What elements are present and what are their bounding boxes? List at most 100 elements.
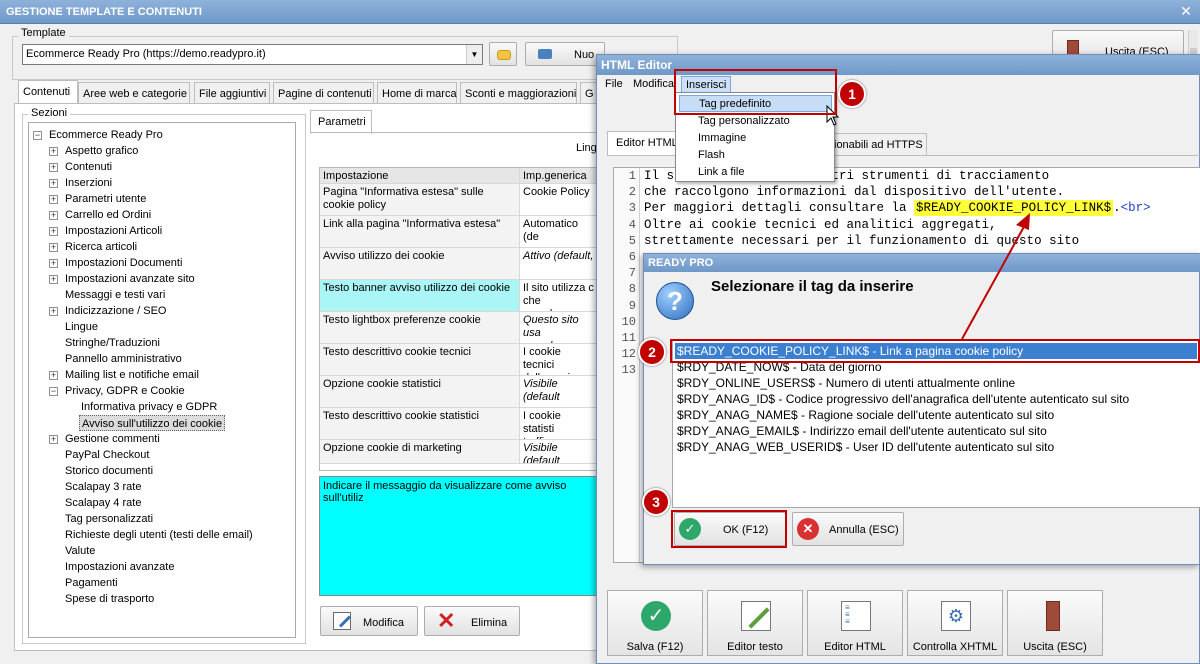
text-editor-button[interactable]: Editor testo [707,590,803,656]
grid-cell-name[interactable]: Opzione cookie statistici [320,376,520,408]
tree-toggle[interactable]: + [49,307,58,316]
grid-cell-value[interactable]: Automatico (de [520,216,598,248]
grid-cell-name[interactable]: Testo descrittivo cookie statistici [320,408,520,440]
tree-toggle[interactable]: + [49,371,58,380]
tab-editor-html[interactable]: Editor HTML [607,131,679,155]
tag-list-item[interactable]: $RDY_ANAG_WEB_USERID$ - User ID dell'ute… [675,439,1054,455]
tree-node[interactable]: Lingue [63,319,100,335]
sections-tree[interactable]: − Ecommerce Ready Pro + Aspetto grafico + Con… [28,122,296,638]
tree-node[interactable]: Inserzioni [63,175,114,191]
tab-file-aggiuntivi[interactable]: File aggiuntivi [194,82,270,104]
menu-item-tag-personalizzato[interactable]: Tag personalizzato [698,113,790,130]
check-xhtml-button[interactable]: ⚙ Controlla XHTML [907,590,1003,656]
settings-grid[interactable]: Impostazione Imp.generica Pagina "Informat… [319,167,599,471]
grid-cell-value[interactable]: Il sito utilizza c che raccolgono [520,280,598,312]
tree-toggle[interactable]: − [33,131,42,140]
grid-cell-name[interactable]: Opzione cookie di marketing [320,440,520,464]
tree-node[interactable]: Storico documenti [63,463,155,479]
tree-toggle[interactable]: + [49,147,58,156]
tab-sconti[interactable]: Sconti e maggiorazioni [460,82,577,104]
tree-toggle[interactable]: + [49,243,58,252]
close-icon[interactable]: ✕ [1176,2,1196,20]
tree-node[interactable]: Pannello amministrativo [63,351,184,367]
edit-button[interactable]: Modifica [320,606,418,636]
tree-node[interactable]: Valute [63,543,97,559]
tree-node[interactable]: Parametri utente [63,191,148,207]
grid-cell-name[interactable]: Link alla pagina "Informativa estesa" [320,216,520,248]
grid-cell-name[interactable]: Testo lightbox preferenze cookie [320,312,520,344]
tree-node[interactable]: PayPal Checkout [63,447,151,463]
menu-modifica[interactable]: Modifica [633,78,674,90]
delete-button[interactable]: ✕ Elimina [424,606,520,636]
grid-cell-value[interactable]: Questo sito usa raccolgono info [520,312,598,344]
tag-list-item[interactable]: $RDY_ONLINE_USERS$ - Numero di utenti at… [675,375,1015,391]
tree-toggle[interactable]: + [49,259,58,268]
tree-node[interactable]: Ecommerce Ready Pro [47,127,165,143]
tag-list-item[interactable]: $RDY_ANAG_NAME$ - Ragione sociale dell'u… [675,407,1054,423]
tree-node[interactable]: Carrello ed Ordini [63,207,153,223]
tree-node[interactable]: Impostazioni Articoli [63,223,164,239]
tree-node[interactable]: Impostazioni avanzate sito [63,271,197,287]
tree-node[interactable]: Scalapay 4 rate [63,495,143,511]
tree-node[interactable]: Ricerca articoli [63,239,139,255]
code-line[interactable]: Per maggiori dettagli consultare la $REA… [644,200,1151,217]
new-button[interactable]: Nuo [525,42,605,66]
grid-cell-value[interactable]: Attivo (default, [520,248,598,280]
tree-toggle[interactable]: − [49,387,58,396]
grid-cell-value[interactable]: Cookie Policy [520,184,598,216]
tree-node[interactable]: Richieste degli utenti (testi delle emai… [63,527,255,543]
tab-aree-web[interactable]: Aree web e categorie [78,82,190,104]
tree-node[interactable]: Gestione commenti [63,431,162,447]
tree-toggle[interactable]: + [49,435,58,444]
grid-cell-value[interactable]: Visibile (default [520,440,598,464]
tree-toggle[interactable]: + [49,163,58,172]
tree-node[interactable]: Indicizzazione / SEO [63,303,169,319]
grid-cell-name[interactable]: Pagina "Informativa estesa" sulle cookie… [320,184,520,216]
tree-toggle[interactable]: + [49,195,58,204]
tree-node[interactable]: Avviso sull'utilizzo dei cookie [79,415,226,431]
tree-node[interactable]: Pagamenti [63,575,120,591]
tree-node[interactable]: Stringhe/Traduzioni [63,335,162,351]
save-button[interactable]: ✓ Salva (F12) [607,590,703,656]
code-line[interactable]: Oltre ai cookie tecnici ed analitici agg… [644,218,997,232]
tag-list-item[interactable]: $RDY_ANAG_ID$ - Codice progressivo dell'… [675,391,1129,407]
menu-item-flash[interactable]: Flash [698,147,725,164]
template-select[interactable]: Ecommerce Ready Pro (https://demo.readyp… [22,44,483,65]
tree-toggle[interactable]: + [49,211,58,220]
grid-cell-name[interactable]: Avviso utilizzo dei cookie [320,248,520,280]
tree-node[interactable]: Scalapay 3 rate [63,479,143,495]
grid-cell-value[interactable]: I cookie statisti traffico per l'ela [520,408,598,440]
tab-pagine-contenuti[interactable]: Pagine di contenuti [273,82,374,104]
tag-list[interactable]: $READY_COOKIE_POLICY_LINK$ - Link a pagi… [672,340,1200,508]
tree-node[interactable]: Aspetto grafico [63,143,140,159]
html-editor-button[interactable]: ≡ ≡ ≡ Editor HTML [807,590,903,656]
tree-toggle[interactable]: + [49,179,58,188]
chevron-down-icon[interactable]: ▼ [466,45,482,64]
grid-cell-name[interactable]: Testo descrittivo cookie tecnici [320,344,520,376]
tree-node[interactable]: Tag personalizzati [63,511,155,527]
tab-contenuti[interactable]: Contenuti [18,80,78,104]
tree-node[interactable]: Messaggi e testi vari [63,287,167,303]
tab-home-marca[interactable]: Home di marca [377,82,457,104]
tree-toggle[interactable]: + [49,275,58,284]
exit-editor-button[interactable]: Uscita (ESC) [1007,590,1103,656]
grid-cell-name[interactable]: Testo banner avviso utilizzo dei cookie [320,280,520,312]
menu-item-immagine[interactable]: Immagine [698,130,746,147]
grid-cell-value[interactable]: Visibile (default [520,376,598,408]
tree-node[interactable]: Impostazioni Documenti [63,255,184,271]
tag-list-item[interactable]: $RDY_ANAG_EMAIL$ - Indirizzo email dell'… [675,423,1047,439]
tree-node[interactable]: Impostazioni avanzate [63,559,176,575]
cancel-button[interactable]: ✕ Annulla (ESC) [792,512,904,546]
menu-file[interactable]: File [605,78,623,90]
folder-button[interactable] [489,42,517,66]
grid-cell-value[interactable]: I cookie tecnici della pagina, l'i [520,344,598,376]
tree-node[interactable]: Privacy, GDPR e Cookie [63,383,187,399]
tree-node[interactable]: Contenuti [63,159,114,175]
tree-node[interactable]: Spese di trasporto [63,591,156,607]
tree-node[interactable]: Informativa privacy e GDPR [79,399,219,415]
tab-https[interactable]: ionabili ad HTTPS [827,133,927,155]
menu-item-link-file[interactable]: Link a file [698,164,744,181]
tab-parametri[interactable]: Parametri [310,110,372,134]
code-line[interactable]: che raccolgono informazioni dal disposit… [644,185,1064,199]
tree-toggle[interactable]: + [49,227,58,236]
